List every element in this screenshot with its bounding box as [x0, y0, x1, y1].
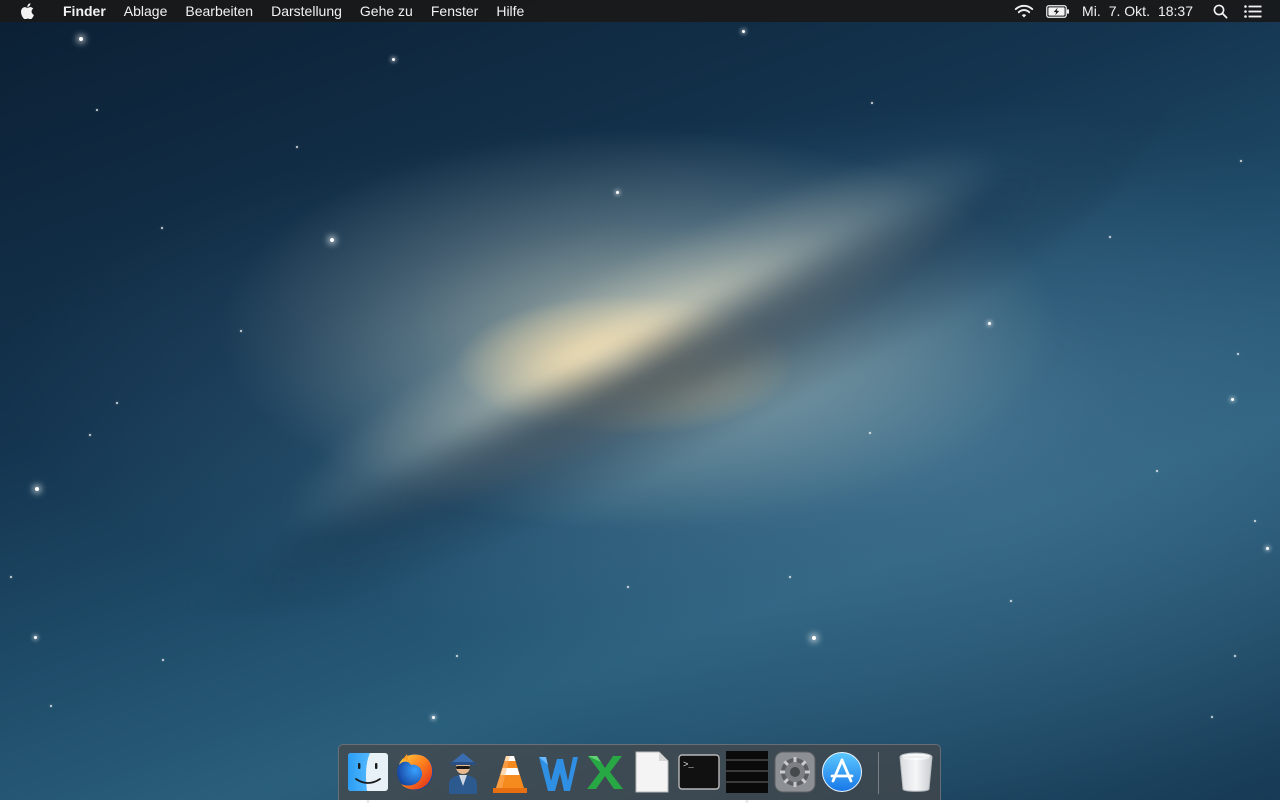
dock-finder-icon[interactable]: [346, 750, 389, 803]
dock-terminal-icon[interactable]: >_: [678, 750, 721, 794]
star: [1240, 160, 1242, 162]
star: [10, 576, 12, 578]
dock: >_: [338, 744, 941, 803]
star: [1156, 470, 1158, 472]
clock-time: 18:37: [1157, 3, 1193, 19]
dock-trash-icon[interactable]: [895, 750, 938, 794]
star: [79, 37, 83, 41]
star: [34, 636, 37, 639]
star: [789, 576, 791, 578]
star: [1231, 398, 1234, 401]
star: [616, 191, 619, 194]
star: [627, 586, 629, 588]
dock-black-window-icon[interactable]: [725, 750, 769, 803]
star: [1211, 716, 1213, 718]
star: [1234, 655, 1236, 657]
menu-fenster[interactable]: Fenster: [422, 0, 487, 22]
desktop[interactable]: [0, 0, 1280, 800]
dock-firefox-icon[interactable]: [393, 750, 437, 794]
star: [161, 227, 163, 229]
dock-blank-document-icon[interactable]: [630, 750, 673, 794]
star: [240, 330, 242, 332]
terminal-prompt-text: >_: [683, 760, 694, 770]
menubar-clock[interactable]: Mi. 7. Okt. 18:37: [1076, 0, 1199, 22]
dock-word-icon[interactable]: [536, 750, 579, 794]
dock-vlc-icon[interactable]: [489, 750, 532, 794]
galaxy-dust-lane: [228, 130, 1072, 620]
apple-icon[interactable]: [20, 3, 36, 19]
menu-darstellung[interactable]: Darstellung: [262, 0, 351, 22]
dock-system-preferences-icon[interactable]: [773, 750, 816, 794]
menu-ablage[interactable]: Ablage: [115, 0, 177, 22]
star: [162, 659, 164, 661]
star: [116, 402, 118, 404]
galaxy-wallpaper: [67, 0, 1243, 724]
star: [812, 636, 816, 640]
star: [1266, 547, 1269, 550]
menu-app-finder[interactable]: Finder: [54, 0, 115, 22]
dock-app-store-icon[interactable]: [820, 750, 863, 794]
menu-bar: Finder Ablage Bearbeiten Darstellung Geh…: [0, 0, 1280, 22]
star: [1010, 600, 1012, 602]
star: [1237, 353, 1239, 355]
star: [871, 102, 873, 104]
star: [869, 432, 871, 434]
star: [89, 434, 91, 436]
menu-hilfe[interactable]: Hilfe: [487, 0, 533, 22]
menu-gehe-zu[interactable]: Gehe zu: [351, 0, 422, 22]
star: [330, 238, 334, 242]
dock-excel-icon[interactable]: [583, 750, 626, 794]
star: [35, 487, 39, 491]
clock-date: 7. Okt.: [1108, 3, 1150, 19]
clock-day: Mi.: [1082, 3, 1101, 19]
dock-separator: [877, 751, 879, 794]
star: [392, 58, 395, 61]
notification-center-icon[interactable]: [1244, 0, 1262, 22]
star: [432, 716, 435, 719]
spotlight-search-icon[interactable]: [1213, 0, 1228, 22]
star: [988, 322, 991, 325]
star: [50, 705, 52, 707]
star: [296, 146, 298, 148]
star: [456, 655, 458, 657]
star: [1109, 236, 1111, 238]
star: [96, 109, 98, 111]
star: [742, 30, 745, 33]
wifi-icon[interactable]: [1014, 0, 1034, 22]
battery-charging-icon[interactable]: [1046, 0, 1070, 22]
dock-agent-icon[interactable]: [441, 750, 484, 794]
menu-bearbeiten[interactable]: Bearbeiten: [176, 0, 262, 22]
star: [1254, 520, 1256, 522]
